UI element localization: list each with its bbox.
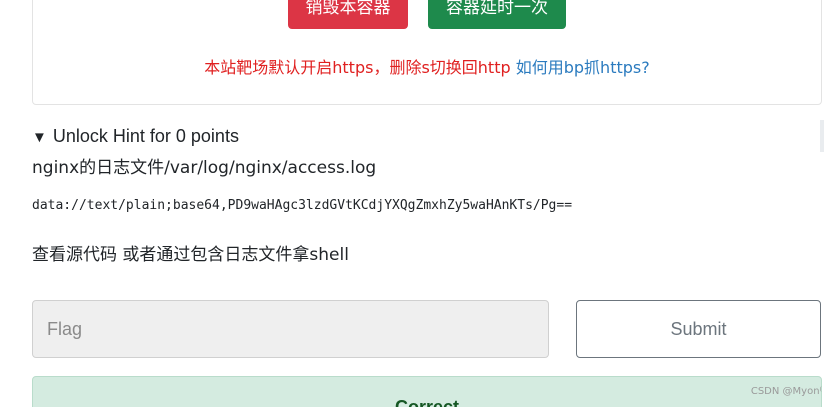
triangle-down-icon: ▼ [32, 129, 47, 146]
scroll-indicator [820, 120, 824, 152]
correct-alert-text: Correct [394, 397, 460, 407]
bp-https-help-link[interactable]: 如何用bp抓https? [516, 58, 650, 77]
hint-text-instructions: 查看源代码 或者通过包含日志文件拿shell [32, 245, 349, 265]
destroy-container-button[interactable]: 销毁本容器 [288, 0, 408, 29]
extend-container-button[interactable]: 容器延时一次 [428, 0, 566, 29]
flag-input[interactable] [32, 300, 549, 358]
hint-text-log-path: nginx的日志文件/var/log/nginx/access.log [32, 158, 377, 178]
https-warning-text: 本站靶场默认开启https，删除s切换回http [204, 58, 511, 77]
hint-text-data-uri: data://text/plain;base64,PD9waHAgc3lzdGV… [32, 198, 573, 213]
unlock-hint-label: Unlock Hint for 0 points [52, 126, 239, 146]
csdn-watermark: CSDN @Myon⁽ [750, 386, 822, 397]
unlock-hint-toggle[interactable]: ▼ Unlock Hint for 0 points [32, 126, 239, 147]
correct-alert: Correct [32, 376, 822, 407]
container-controls-card: 销毁本容器 容器延时一次 本站靶场默认开启https，删除s切换回http 如何… [32, 0, 822, 105]
submit-button[interactable]: Submit [576, 300, 821, 358]
https-note: 本站靶场默认开启https，删除s切换回http 如何用bp抓https? [33, 54, 821, 78]
